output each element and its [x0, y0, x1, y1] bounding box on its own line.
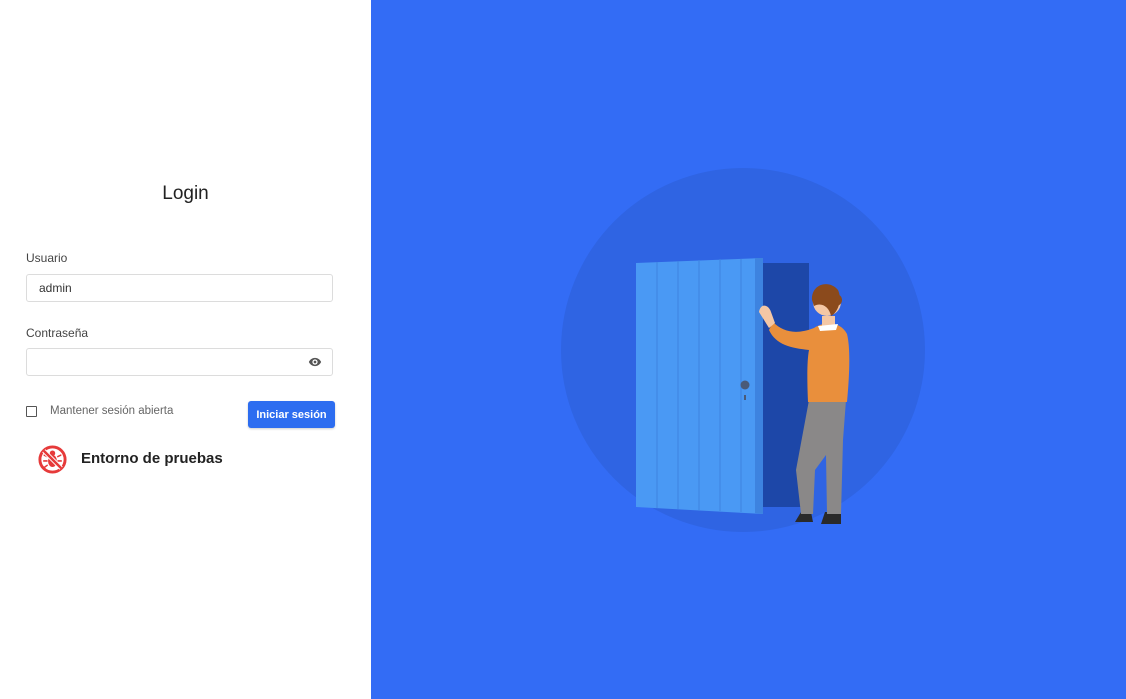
remember-checkbox[interactable] — [26, 406, 37, 417]
password-input[interactable] — [26, 348, 333, 376]
login-button[interactable]: Iniciar sesión — [248, 401, 335, 428]
illustration-panel — [371, 0, 1126, 699]
eye-icon[interactable] — [308, 355, 322, 369]
password-label: Contraseña — [26, 326, 89, 340]
remember-label: Mantener sesión abierta — [50, 405, 174, 417]
no-bug-icon — [38, 445, 67, 474]
environment-label: Entorno de pruebas — [81, 450, 223, 467]
person-opening-door-illustration — [561, 168, 925, 532]
page-title: Login — [162, 183, 209, 204]
username-input[interactable] — [26, 274, 333, 302]
login-panel: Login Usuario Contraseña Mantener sesión… — [0, 0, 371, 699]
username-label: Usuario — [26, 251, 68, 265]
